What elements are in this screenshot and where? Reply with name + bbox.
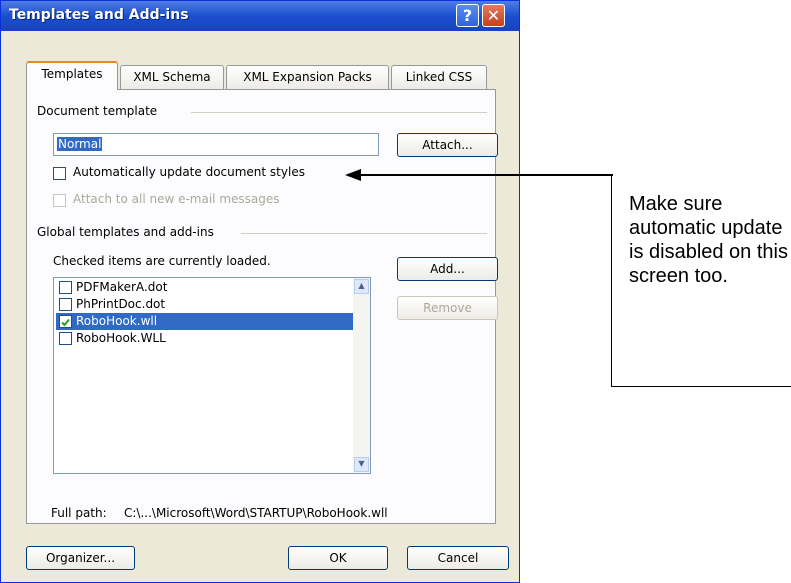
tab-linked-css[interactable]: Linked CSS: [391, 65, 487, 89]
tab-xml-expansion-packs[interactable]: XML Expansion Packs: [226, 65, 389, 89]
item-checkbox[interactable]: [59, 281, 72, 294]
auto-update-label[interactable]: Automatically update document styles: [73, 165, 305, 179]
document-template-input[interactable]: Normal: [53, 133, 379, 156]
document-template-value: Normal: [57, 137, 103, 151]
global-templates-divider: [241, 233, 487, 234]
callout-arrow-icon: [345, 169, 613, 181]
dialog-title: Templates and Add-ins: [9, 7, 189, 23]
scroll-down-icon[interactable]: ▼: [354, 457, 369, 472]
attach-email-label: Attach to all new e-mail messages: [73, 192, 280, 206]
item-label: PhPrintDoc.dot: [76, 297, 166, 311]
attach-email-checkbox: [53, 194, 66, 207]
scroll-up-icon[interactable]: ▲: [354, 279, 369, 294]
full-path-label: Full path:: [51, 506, 107, 520]
attach-button[interactable]: Attach...: [397, 133, 498, 157]
item-label: PDFMakerA.dot: [76, 280, 168, 294]
callout-text: Make sure automatic update is disabled o…: [629, 193, 788, 287]
remove-button: Remove: [397, 296, 498, 320]
global-templates-group-label: Global templates and add-ins: [37, 225, 214, 239]
list-item[interactable]: RoboHook.WLL: [56, 330, 354, 347]
close-button[interactable]: ✕: [482, 4, 505, 27]
list-item[interactable]: PhPrintDoc.dot: [56, 296, 354, 313]
item-checkbox-checked[interactable]: [59, 315, 72, 328]
document-template-group-label: Document template: [37, 104, 158, 118]
title-bar[interactable]: Templates and Add-ins ? ✕: [1, 1, 519, 31]
cancel-button[interactable]: Cancel: [407, 546, 509, 570]
templates-addins-dialog: Templates and Add-ins ? ✕ Templates XML …: [0, 0, 520, 583]
full-path-value: C:\...\Microsoft\Word\STARTUP\RoboHook.w…: [124, 506, 388, 520]
document-template-divider: [191, 112, 487, 113]
item-label: RoboHook.WLL: [76, 331, 166, 345]
list-scrollbar[interactable]: ▲ ▼: [353, 278, 370, 473]
checkmark-icon: [61, 318, 70, 327]
tab-templates[interactable]: Templates: [26, 61, 118, 90]
loaded-info-label: Checked items are currently loaded.: [53, 254, 271, 268]
list-item-selected[interactable]: RoboHook.wll: [56, 313, 354, 330]
organizer-button[interactable]: Organizer...: [26, 546, 135, 570]
help-button[interactable]: ?: [456, 4, 479, 27]
ok-button[interactable]: OK: [288, 546, 388, 570]
auto-update-checkbox[interactable]: [53, 167, 66, 180]
add-button[interactable]: Add...: [397, 257, 498, 281]
global-templates-list[interactable]: PDFMakerA.dot PhPrintDoc.dot RoboHook.wl…: [53, 277, 371, 474]
tab-xml-schema[interactable]: XML Schema: [120, 65, 224, 89]
item-checkbox[interactable]: [59, 332, 72, 345]
item-checkbox[interactable]: [59, 298, 72, 311]
item-label: RoboHook.wll: [76, 314, 158, 328]
list-item[interactable]: PDFMakerA.dot: [56, 279, 354, 296]
